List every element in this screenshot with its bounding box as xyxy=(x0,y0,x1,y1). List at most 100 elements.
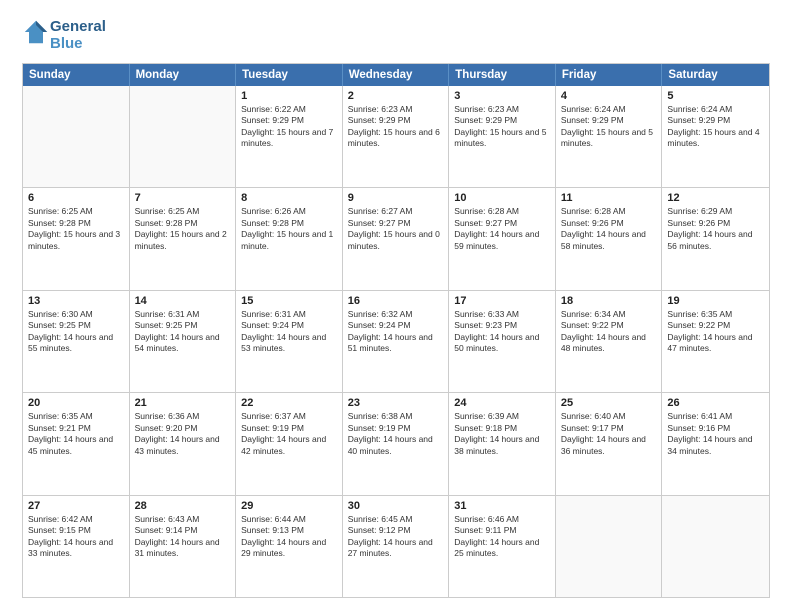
cell-info: Sunrise: 6:24 AM Sunset: 9:29 PM Dayligh… xyxy=(561,104,657,150)
cell-info: Sunrise: 6:28 AM Sunset: 9:27 PM Dayligh… xyxy=(454,206,550,252)
calendar-cell-28: 28Sunrise: 6:43 AM Sunset: 9:14 PM Dayli… xyxy=(130,496,237,597)
calendar-row-3: 13 Sunrise: 6:30 AM Sunset: 9:25 PM Dayli… xyxy=(23,290,769,392)
calendar-cell-12: 12 Sunrise: 6:29 AM Sunset: 9:26 PM Dayli… xyxy=(662,188,769,289)
day-number: 29 xyxy=(241,500,337,512)
header-day-thursday: Thursday xyxy=(449,64,556,86)
calendar-cell-7: 7 Sunrise: 6:25 AM Sunset: 9:28 PM Daylig… xyxy=(130,188,237,289)
day-number: 8 xyxy=(241,192,337,204)
calendar-row-4: 20 Sunrise: 6:35 AM Sunset: 9:21 PM Dayli… xyxy=(23,392,769,494)
day-number: 19 xyxy=(667,295,764,307)
day-number: 9 xyxy=(348,192,444,204)
calendar-cell-18: 18 Sunrise: 6:34 AM Sunset: 9:22 PM Dayli… xyxy=(556,291,663,392)
calendar-cell-1: 1Sunrise: 6:22 AM Sunset: 9:29 PM Daylig… xyxy=(236,86,343,187)
cell-info: Sunrise: 6:28 AM Sunset: 9:26 PM Dayligh… xyxy=(561,206,657,252)
calendar-cell-21: 21 Sunrise: 6:36 AM Sunset: 9:20 PM Dayli… xyxy=(130,393,237,494)
cell-info: Sunrise: 6:37 AM Sunset: 9:19 PM Dayligh… xyxy=(241,411,337,457)
day-number: 10 xyxy=(454,192,550,204)
cell-info: Sunrise: 6:27 AM Sunset: 9:27 PM Dayligh… xyxy=(348,206,444,252)
header-day-monday: Monday xyxy=(130,64,237,86)
cell-info: Sunrise: 6:25 AM Sunset: 9:28 PM Dayligh… xyxy=(28,206,124,252)
day-number: 22 xyxy=(241,397,337,409)
day-number: 12 xyxy=(667,192,764,204)
header-day-saturday: Saturday xyxy=(662,64,769,86)
calendar-cell-20: 20 Sunrise: 6:35 AM Sunset: 9:21 PM Dayli… xyxy=(23,393,130,494)
calendar-cell-17: 17 Sunrise: 6:33 AM Sunset: 9:23 PM Dayli… xyxy=(449,291,556,392)
calendar-cell-30: 30 Sunrise: 6:45 AM Sunset: 9:12 PM Dayli… xyxy=(343,496,450,597)
calendar-cell-2: 2 Sunrise: 6:23 AM Sunset: 9:29 PM Daylig… xyxy=(343,86,450,187)
cell-info: Sunrise: 6:31 AM Sunset: 9:25 PM Dayligh… xyxy=(135,309,231,355)
calendar-cell-8: 8 Sunrise: 6:26 AM Sunset: 9:28 PM Daylig… xyxy=(236,188,343,289)
cell-info: Sunrise: 6:26 AM Sunset: 9:28 PM Dayligh… xyxy=(241,206,337,252)
calendar-cell-23: 23 Sunrise: 6:38 AM Sunset: 9:19 PM Dayli… xyxy=(343,393,450,494)
calendar-cell-19: 19Sunrise: 6:35 AM Sunset: 9:22 PM Dayli… xyxy=(662,291,769,392)
day-number: 23 xyxy=(348,397,444,409)
page-header: General Blue xyxy=(22,18,770,53)
cell-info: Sunrise: 6:45 AM Sunset: 9:12 PM Dayligh… xyxy=(348,514,444,560)
cell-info: Sunrise: 6:39 AM Sunset: 9:18 PM Dayligh… xyxy=(454,411,550,457)
day-number: 4 xyxy=(561,90,657,102)
calendar-cell-27: 27 Sunrise: 6:42 AM Sunset: 9:15 PM Dayli… xyxy=(23,496,130,597)
day-number: 26 xyxy=(667,397,764,409)
calendar-cell-11: 11 Sunrise: 6:28 AM Sunset: 9:26 PM Dayli… xyxy=(556,188,663,289)
calendar-cell-31: 31Sunrise: 6:46 AM Sunset: 9:11 PM Dayli… xyxy=(449,496,556,597)
cell-info: Sunrise: 6:40 AM Sunset: 9:17 PM Dayligh… xyxy=(561,411,657,457)
day-number: 11 xyxy=(561,192,657,204)
cell-info: Sunrise: 6:30 AM Sunset: 9:25 PM Dayligh… xyxy=(28,309,124,355)
calendar-cell-3: 3Sunrise: 6:23 AM Sunset: 9:29 PM Daylig… xyxy=(449,86,556,187)
cell-info: Sunrise: 6:29 AM Sunset: 9:26 PM Dayligh… xyxy=(667,206,764,252)
logo-text: General Blue xyxy=(50,19,106,52)
calendar-cell-5: 5 Sunrise: 6:24 AM Sunset: 9:29 PM Daylig… xyxy=(662,86,769,187)
cell-info: Sunrise: 6:31 AM Sunset: 9:24 PM Dayligh… xyxy=(241,309,337,355)
day-number: 17 xyxy=(454,295,550,307)
day-number: 5 xyxy=(667,90,764,102)
day-number: 2 xyxy=(348,90,444,102)
calendar-cell-15: 15 Sunrise: 6:31 AM Sunset: 9:24 PM Dayli… xyxy=(236,291,343,392)
day-number: 13 xyxy=(28,295,124,307)
cell-info: Sunrise: 6:38 AM Sunset: 9:19 PM Dayligh… xyxy=(348,411,444,457)
day-number: 30 xyxy=(348,500,444,512)
calendar-cell-4: 4 Sunrise: 6:24 AM Sunset: 9:29 PM Daylig… xyxy=(556,86,663,187)
calendar-cell-empty xyxy=(556,496,663,597)
calendar-cell-empty xyxy=(130,86,237,187)
calendar-cell-24: 24Sunrise: 6:39 AM Sunset: 9:18 PM Dayli… xyxy=(449,393,556,494)
day-number: 21 xyxy=(135,397,231,409)
cell-info: Sunrise: 6:32 AM Sunset: 9:24 PM Dayligh… xyxy=(348,309,444,355)
day-number: 18 xyxy=(561,295,657,307)
logo: General Blue xyxy=(22,18,106,53)
header-day-tuesday: Tuesday xyxy=(236,64,343,86)
day-number: 15 xyxy=(241,295,337,307)
calendar-cell-6: 6 Sunrise: 6:25 AM Sunset: 9:28 PM Daylig… xyxy=(23,188,130,289)
header-day-sunday: Sunday xyxy=(23,64,130,86)
calendar-header: SundayMondayTuesdayWednesdayThursdayFrid… xyxy=(23,64,769,86)
day-number: 6 xyxy=(28,192,124,204)
calendar-body: 1Sunrise: 6:22 AM Sunset: 9:29 PM Daylig… xyxy=(23,86,769,597)
cell-info: Sunrise: 6:36 AM Sunset: 9:20 PM Dayligh… xyxy=(135,411,231,457)
cell-info: Sunrise: 6:25 AM Sunset: 9:28 PM Dayligh… xyxy=(135,206,231,252)
cell-info: Sunrise: 6:46 AM Sunset: 9:11 PM Dayligh… xyxy=(454,514,550,560)
cell-info: Sunrise: 6:41 AM Sunset: 9:16 PM Dayligh… xyxy=(667,411,764,457)
cell-info: Sunrise: 6:33 AM Sunset: 9:23 PM Dayligh… xyxy=(454,309,550,355)
cell-info: Sunrise: 6:24 AM Sunset: 9:29 PM Dayligh… xyxy=(667,104,764,150)
header-day-friday: Friday xyxy=(556,64,663,86)
calendar-cell-empty xyxy=(662,496,769,597)
cell-info: Sunrise: 6:35 AM Sunset: 9:21 PM Dayligh… xyxy=(28,411,124,457)
calendar-cell-16: 16Sunrise: 6:32 AM Sunset: 9:24 PM Dayli… xyxy=(343,291,450,392)
cell-info: Sunrise: 6:42 AM Sunset: 9:15 PM Dayligh… xyxy=(28,514,124,560)
day-number: 20 xyxy=(28,397,124,409)
logo-icon xyxy=(22,18,50,46)
calendar-cell-empty xyxy=(23,86,130,187)
day-number: 7 xyxy=(135,192,231,204)
cell-info: Sunrise: 6:23 AM Sunset: 9:29 PM Dayligh… xyxy=(348,104,444,150)
calendar-row-5: 27 Sunrise: 6:42 AM Sunset: 9:15 PM Dayli… xyxy=(23,495,769,597)
cell-info: Sunrise: 6:34 AM Sunset: 9:22 PM Dayligh… xyxy=(561,309,657,355)
day-number: 27 xyxy=(28,500,124,512)
day-number: 3 xyxy=(454,90,550,102)
day-number: 14 xyxy=(135,295,231,307)
calendar-row-2: 6 Sunrise: 6:25 AM Sunset: 9:28 PM Daylig… xyxy=(23,187,769,289)
calendar-cell-26: 26 Sunrise: 6:41 AM Sunset: 9:16 PM Dayli… xyxy=(662,393,769,494)
day-number: 28 xyxy=(135,500,231,512)
header-day-wednesday: Wednesday xyxy=(343,64,450,86)
calendar-cell-29: 29Sunrise: 6:44 AM Sunset: 9:13 PM Dayli… xyxy=(236,496,343,597)
cell-info: Sunrise: 6:22 AM Sunset: 9:29 PM Dayligh… xyxy=(241,104,337,150)
calendar-cell-10: 10 Sunrise: 6:28 AM Sunset: 9:27 PM Dayli… xyxy=(449,188,556,289)
